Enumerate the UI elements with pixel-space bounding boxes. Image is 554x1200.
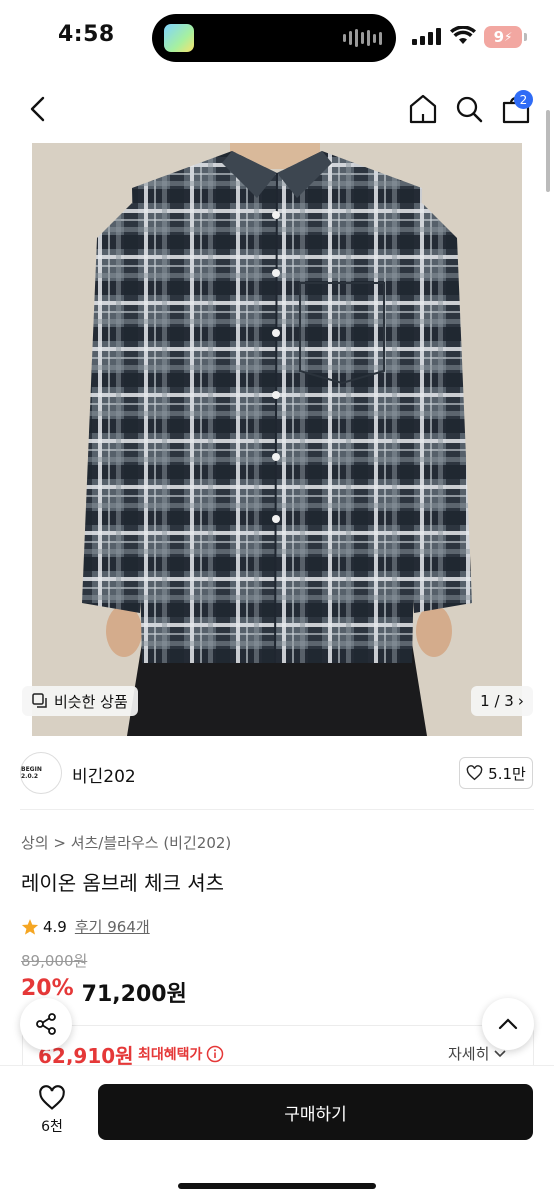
plaid-shirt-photo <box>32 143 522 736</box>
product-page: 4:58 9 ⚡ 2 비슷한 상품 1 / 3 › BEGIN 2.0.2 비긴… <box>0 0 554 1200</box>
review-count-link[interactable]: 후기 964개 <box>75 916 150 937</box>
heart-outline-icon <box>466 765 483 781</box>
similar-products-label: 비슷한 상품 <box>54 692 128 711</box>
product-title: 레이온 옴브레 체크 셔츠 <box>21 871 225 895</box>
chevron-right-icon: › <box>517 692 524 710</box>
product-image[interactable] <box>32 143 522 736</box>
cellular-signal-icon <box>412 28 441 45</box>
battery-tip <box>524 33 527 41</box>
wish-count: 6천 <box>41 1119 63 1135</box>
brand-like-button[interactable]: 5.1만 <box>459 757 533 789</box>
battery-level: 9 <box>493 28 504 46</box>
status-time: 4:58 <box>58 22 115 47</box>
similar-products-button[interactable]: 비슷한 상품 <box>22 686 138 716</box>
rating-row: 4.9 후기 964개 <box>21 916 150 937</box>
copy-icon <box>32 693 47 708</box>
image-pager-label: 1 / 3 <box>480 692 514 710</box>
divider <box>20 809 534 810</box>
wifi-icon <box>450 26 476 44</box>
star-icon <box>21 918 39 935</box>
scrollbar[interactable] <box>546 110 550 192</box>
heart-outline-icon[interactable] <box>38 1084 66 1112</box>
back-chevron-icon[interactable] <box>24 94 54 124</box>
rating-value: 4.9 <box>43 917 67 936</box>
search-icon[interactable] <box>453 92 485 126</box>
chevron-down-icon <box>494 1049 506 1057</box>
breadcrumb[interactable]: 상의 > 셔츠/블라우스 (비긴202) <box>21 832 231 853</box>
brand-logo[interactable]: BEGIN 2.0.2 <box>20 752 62 794</box>
battery-indicator: 9 ⚡ <box>484 26 522 48</box>
brand-like-count: 5.1만 <box>488 764 526 783</box>
detail-link-label: 자세히 <box>448 1045 490 1063</box>
share-button[interactable] <box>20 998 72 1050</box>
original-price: 89,000원 <box>21 952 88 970</box>
audio-wave-icon <box>343 28 382 48</box>
max-benefit-label-row: 최대혜택가 <box>138 1044 224 1064</box>
brand-name[interactable]: 비긴202 <box>72 762 136 787</box>
home-icon[interactable] <box>407 92 439 126</box>
buy-button[interactable]: 구매하기 <box>98 1084 533 1140</box>
chevron-up-icon <box>498 1018 518 1030</box>
info-icon[interactable] <box>206 1045 224 1063</box>
share-icon <box>36 1013 56 1035</box>
cart-badge: 2 <box>514 90 533 109</box>
music-app-icon <box>164 24 194 52</box>
home-indicator[interactable] <box>178 1183 376 1189</box>
sale-price: 71,200원 <box>81 982 187 1007</box>
dynamic-island <box>152 14 396 62</box>
scroll-top-button[interactable] <box>482 998 534 1050</box>
image-pager[interactable]: 1 / 3 › <box>471 686 533 716</box>
max-benefit-label: 최대혜택가 <box>138 1047 203 1063</box>
